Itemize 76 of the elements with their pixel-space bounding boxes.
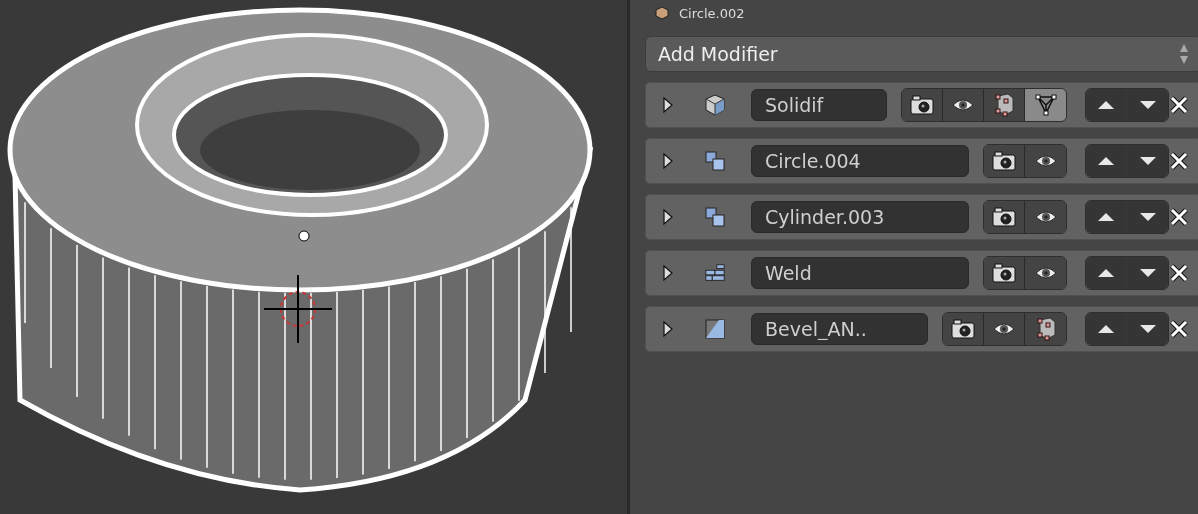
mesh-object-icon [655,6,669,20]
modifier-name-field[interactable]: Solidif [751,89,887,121]
mesh-vertices-icon [993,93,1015,117]
move-up-button[interactable] [1086,145,1127,177]
render-toggle[interactable] [902,89,943,121]
modifier-name-field[interactable]: Weld [751,257,969,289]
move-down-button[interactable] [1127,145,1168,177]
eye-icon [1034,210,1057,224]
camera-icon [991,262,1017,284]
expand-toggle[interactable] [662,320,674,338]
cube-icon [704,94,726,116]
down-triangle-icon [1138,324,1157,334]
move-up-button[interactable] [1086,313,1127,345]
remove-button[interactable] [1169,263,1189,283]
move-down-button[interactable] [1127,257,1168,289]
realtime-toggle[interactable] [984,313,1025,345]
editmode-toggle[interactable] [984,89,1025,121]
move-up-button[interactable] [1086,257,1127,289]
up-triangle-icon [1097,212,1115,222]
realtime-toggle[interactable] [943,89,984,121]
realtime-toggle[interactable] [1025,257,1066,289]
down-triangle-icon [1138,212,1157,222]
move-down-button[interactable] [1127,89,1168,121]
move-up-button[interactable] [1086,201,1127,233]
close-icon [1169,207,1189,227]
eye-icon [952,98,974,112]
modifier-name-field[interactable]: Cylinder.003 [751,201,969,233]
up-triangle-icon [1097,268,1115,278]
camera-icon [950,318,976,340]
triangle-vertices-icon [1034,94,1057,116]
3d-cursor-icon [263,274,333,344]
remove-button[interactable] [1169,207,1189,227]
modifier-name-field[interactable]: Circle.004 [751,145,969,177]
close-icon [1169,95,1189,115]
down-triangle-icon [1138,100,1157,110]
eye-icon [1034,266,1057,280]
render-toggle[interactable] [984,257,1025,289]
realtime-toggle[interactable] [1025,145,1066,177]
add-modifier-dropdown[interactable]: Add Modifier [645,36,1198,72]
overlapping-squares-icon [704,150,726,172]
camera-icon [991,206,1017,228]
render-toggle[interactable] [984,201,1025,233]
close-icon [1169,151,1189,171]
remove-button[interactable] [1169,319,1189,339]
close-icon [1169,263,1189,283]
move-down-button[interactable] [1127,201,1168,233]
remove-button[interactable] [1169,95,1189,115]
up-down-arrows-icon [1179,43,1189,65]
up-triangle-icon [1097,100,1115,110]
up-triangle-icon [1097,324,1115,334]
down-triangle-icon [1138,268,1157,278]
camera-icon [991,150,1017,172]
editmode-toggle[interactable] [1025,313,1066,345]
mesh-vertices-icon [1034,317,1057,341]
bevel-shape-icon [704,318,726,340]
expand-toggle[interactable] [662,152,674,170]
modifier-name-field[interactable]: Bevel_AN.. [751,313,928,345]
object-name: Circle.002 [679,5,745,21]
eye-icon [993,322,1015,336]
expand-toggle[interactable] [662,264,674,282]
overlapping-squares-icon [704,206,726,228]
remove-button[interactable] [1169,151,1189,171]
up-triangle-icon [1097,156,1115,166]
down-triangle-icon [1138,156,1157,166]
move-up-button[interactable] [1086,89,1127,121]
eye-icon [1034,154,1057,168]
close-icon [1169,319,1189,339]
bricks-icon [704,262,726,284]
expand-toggle[interactable] [662,96,674,114]
expand-toggle[interactable] [662,208,674,226]
realtime-toggle[interactable] [1025,201,1066,233]
move-down-button[interactable] [1127,313,1168,345]
render-toggle[interactable] [984,145,1025,177]
camera-icon [909,94,935,116]
cage-toggle[interactable] [1025,89,1066,121]
render-toggle[interactable] [943,313,984,345]
